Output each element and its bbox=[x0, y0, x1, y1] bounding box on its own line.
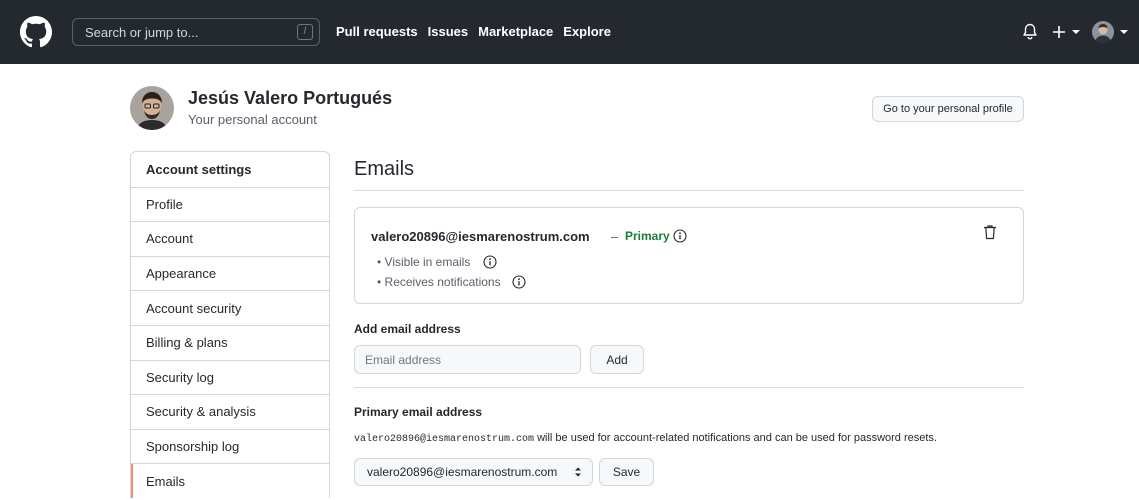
sidebar-item-account[interactable]: Account bbox=[131, 221, 329, 256]
notifications-button[interactable] bbox=[1022, 20, 1038, 44]
header-nav: Pull requests Issues Marketplace Explore bbox=[336, 24, 611, 39]
sidebar-item-security-log[interactable]: Security log bbox=[131, 359, 329, 395]
chevron-down-icon bbox=[1072, 30, 1080, 34]
nav-marketplace[interactable]: Marketplace bbox=[478, 24, 553, 39]
primary-email-selected: valero20896@iesmarenostrum.com bbox=[367, 465, 558, 479]
avatar bbox=[130, 86, 174, 130]
info-icon[interactable] bbox=[512, 275, 526, 289]
save-primary-email-button[interactable]: Save bbox=[599, 458, 654, 486]
sidebar-item-profile[interactable]: Profile bbox=[131, 186, 329, 222]
select-arrows-icon bbox=[575, 467, 581, 477]
receives-notifications: • Receives notifications bbox=[377, 275, 501, 289]
sidebar-heading-account-settings: Account settings bbox=[146, 161, 252, 177]
plus-icon bbox=[1053, 26, 1065, 38]
add-email-label: Add email address bbox=[354, 322, 461, 336]
sidebar-item-sponsorship-log[interactable]: Sponsorship log bbox=[131, 428, 329, 464]
profile-name: Jesús Valero Portugués bbox=[188, 88, 393, 108]
global-header: Search or jump to... / Pull requests Iss… bbox=[0, 0, 1139, 64]
sidebar-item-emails[interactable]: Emails bbox=[131, 463, 329, 498]
search-shortcut-key: / bbox=[297, 24, 313, 40]
visible-in-emails: • Visible in emails bbox=[377, 255, 471, 269]
user-menu[interactable] bbox=[1092, 20, 1128, 44]
search-placeholder: Search or jump to... bbox=[85, 25, 199, 40]
sidebar-item-billing-plans[interactable]: Billing & plans bbox=[131, 324, 329, 360]
sidebar-item-security-analysis[interactable]: Security & analysis bbox=[131, 394, 329, 429]
primary-email-select[interactable]: valero20896@iesmarenostrum.com bbox=[354, 458, 593, 486]
email-address: valero20896@iesmarenostrum.com bbox=[371, 229, 590, 244]
add-email-button[interactable]: Add bbox=[590, 345, 644, 374]
page-title: Emails bbox=[354, 158, 415, 180]
nav-issues[interactable]: Issues bbox=[428, 24, 468, 39]
profile-subtitle: Your personal account bbox=[188, 112, 317, 127]
profile-avatar bbox=[130, 86, 174, 130]
nav-pull-requests[interactable]: Pull requests bbox=[336, 24, 418, 39]
github-logo-icon[interactable] bbox=[20, 16, 52, 48]
primary-badge: Primary bbox=[625, 229, 670, 243]
avatar bbox=[1092, 21, 1114, 43]
info-icon[interactable] bbox=[673, 229, 687, 243]
bell-icon bbox=[1023, 23, 1037, 40]
info-icon[interactable] bbox=[483, 255, 497, 269]
go-to-profile-button[interactable]: Go to your personal profile bbox=[872, 96, 1024, 122]
nav-explore[interactable]: Explore bbox=[563, 24, 611, 39]
settings-sidebar: Account settings Profile Account Appeara… bbox=[130, 151, 330, 498]
primary-email-label: Primary email address bbox=[354, 405, 483, 419]
section-divider bbox=[354, 387, 1024, 388]
sidebar-item-account-security[interactable]: Account security bbox=[131, 290, 329, 325]
email-dash: – bbox=[611, 229, 619, 244]
email-card: valero20896@iesmarenostrum.com – Primary… bbox=[354, 207, 1024, 304]
sidebar-item-appearance[interactable]: Appearance bbox=[131, 255, 329, 291]
chevron-down-icon bbox=[1120, 30, 1128, 34]
title-divider bbox=[354, 190, 1024, 191]
primary-email-description: valero20896@iesmarenostrum.com will be u… bbox=[354, 432, 937, 445]
search-box[interactable]: Search or jump to... / bbox=[72, 18, 320, 46]
email-address-input[interactable] bbox=[354, 345, 581, 374]
trash-icon[interactable] bbox=[983, 224, 997, 240]
primary-email-desc-text: will be used for account-related notific… bbox=[534, 432, 937, 444]
primary-email-code: valero20896@iesmarenostrum.com bbox=[354, 434, 535, 445]
create-new-menu[interactable] bbox=[1052, 20, 1080, 44]
